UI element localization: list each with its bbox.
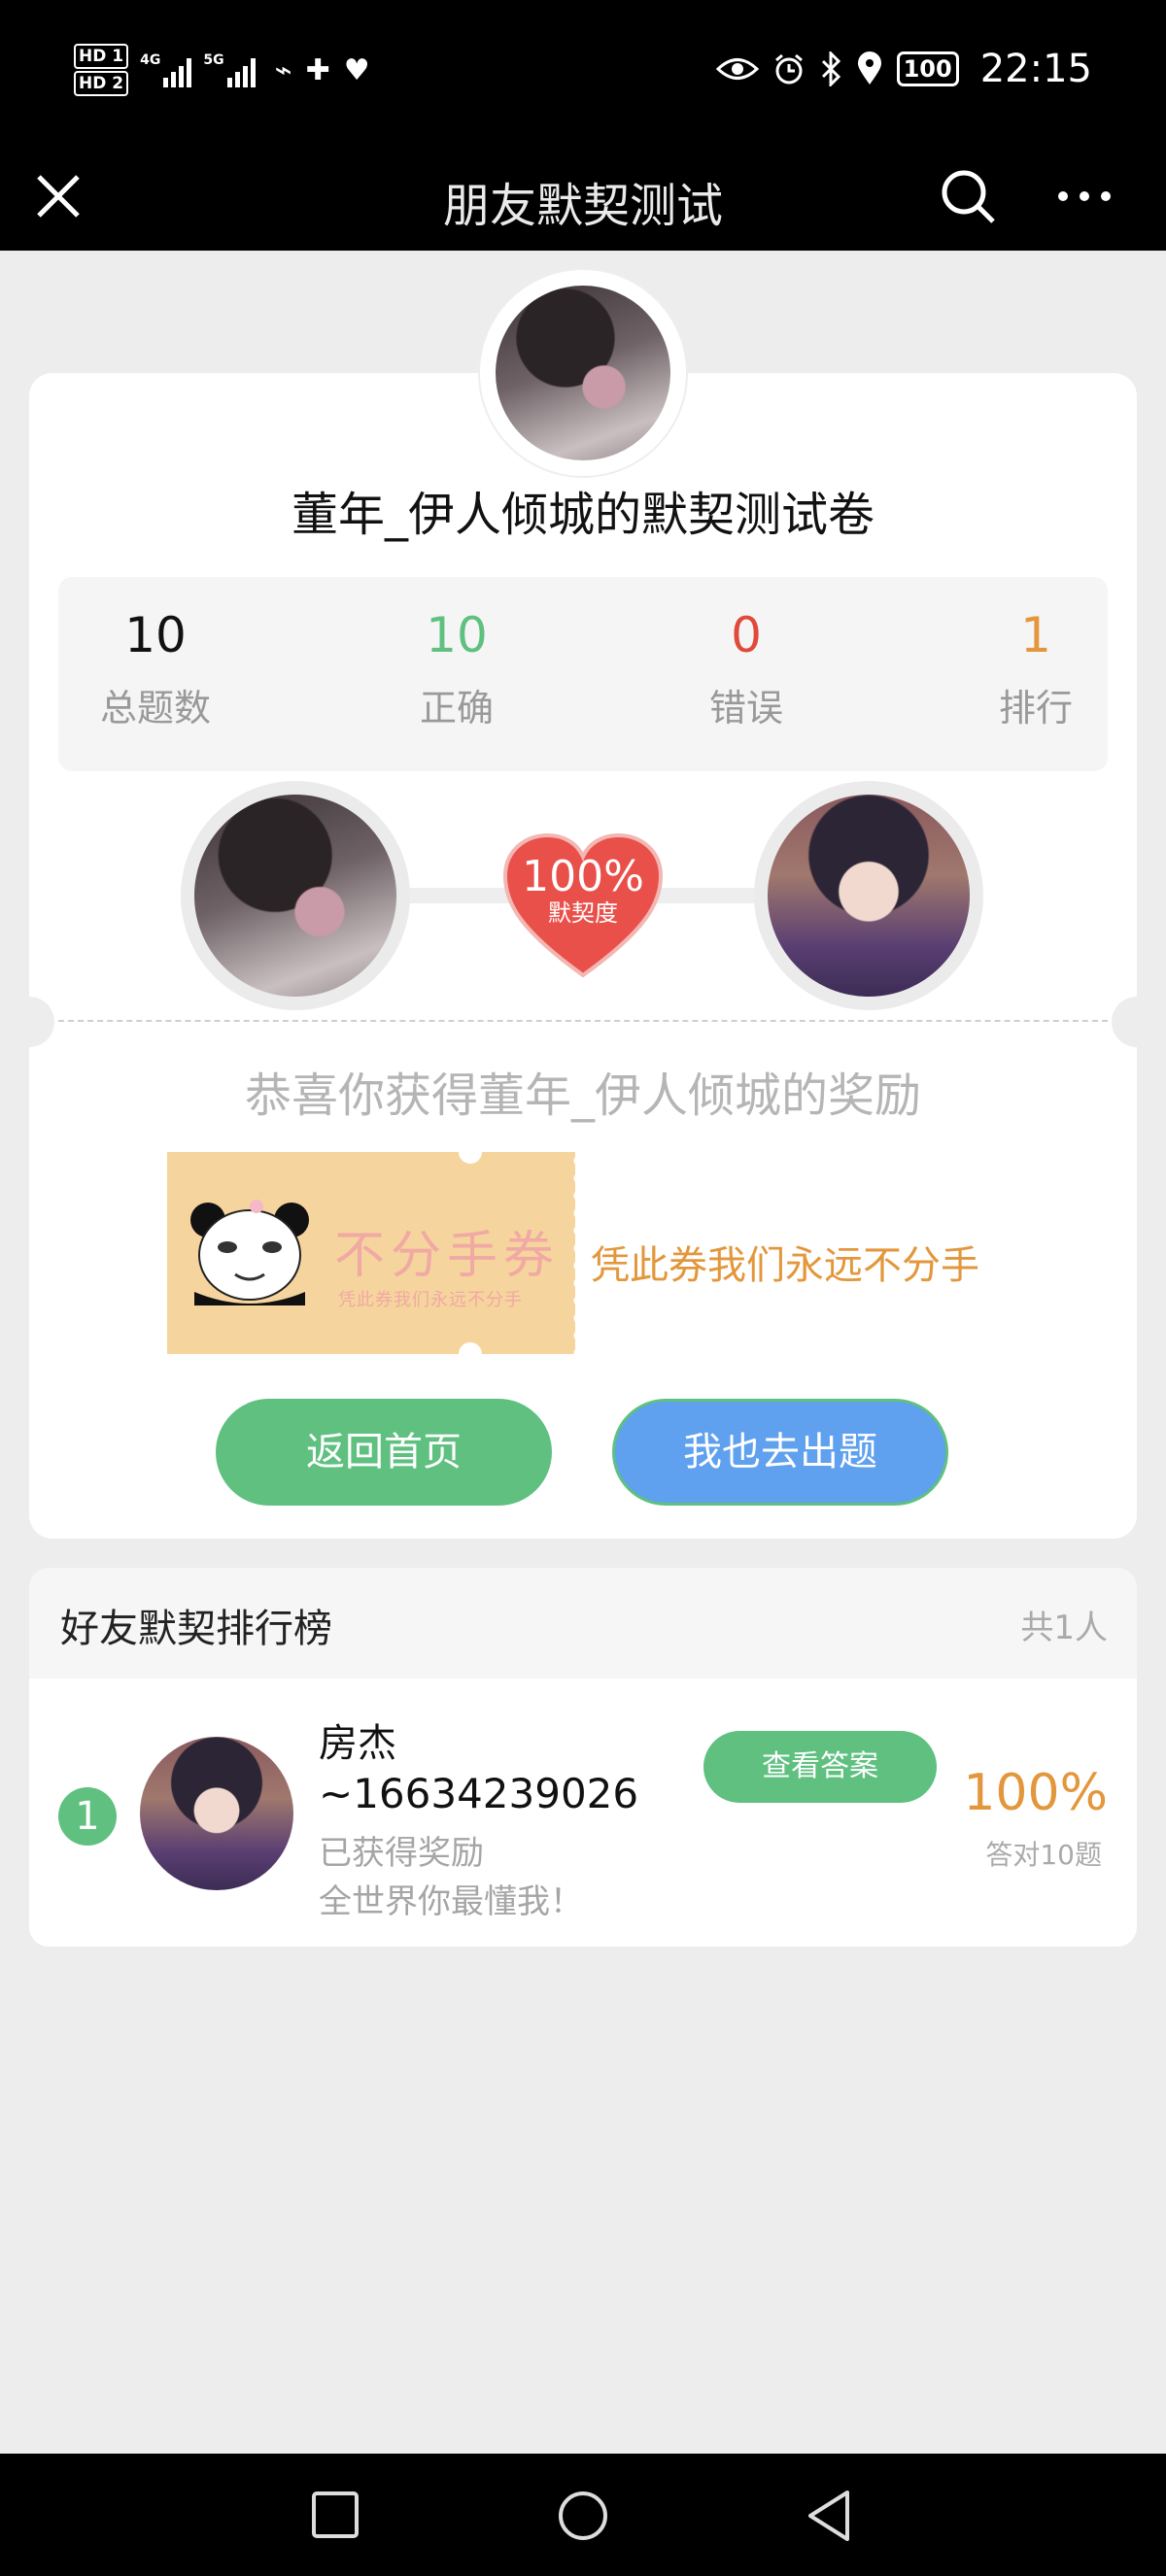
create-quiz-button[interactable]: 我也去出题 (612, 1399, 948, 1506)
rank-badge: 1 (58, 1787, 117, 1846)
status-left: HD 1 HD 2 4G 5G ⌁ ✚ ♥ (74, 43, 370, 97)
signal-2-label: 5G (203, 52, 224, 68)
user-message: 全世界你最懂我！ (319, 1882, 583, 1921)
clock: 22:15 (979, 47, 1092, 91)
creator-match-avatar (181, 781, 410, 1010)
stat-total: 10 总题数 (68, 606, 243, 731)
hd-indicator: HD 1 HD 2 (74, 43, 129, 97)
user-name: 房杰 (319, 1721, 396, 1766)
coupon[interactable]: 不分手券 凭此券我们永远不分手 (167, 1140, 579, 1366)
stat-correct: 10 正确 (369, 606, 544, 731)
stat-wrong: 0 错误 (659, 606, 834, 731)
divider (58, 1020, 1108, 1022)
view-answer-button[interactable]: 查看答案 (703, 1731, 937, 1803)
more-icon[interactable] (1053, 165, 1115, 227)
signal-2-icon: 5G (203, 52, 256, 87)
quiz-title: 董年_伊人倾城的默契测试卷 (291, 488, 874, 542)
coupon-description: 凭此券我们永远不分手 (591, 1243, 979, 1288)
leaderboard-count: 共1人 (1020, 1609, 1108, 1647)
stat-wrong-label: 错误 (708, 687, 783, 729)
avatar (140, 1737, 293, 1890)
match-score: 100% 默契度 (501, 852, 665, 928)
player-match-avatar-image (768, 795, 970, 997)
hd-2-label: HD 2 (74, 71, 129, 96)
reward-title: 恭喜你获得董年_伊人倾城的奖励 (244, 1068, 921, 1123)
location-icon (857, 51, 881, 85)
panda-icon (190, 1200, 309, 1305)
plus-icon: ✚ (305, 52, 330, 87)
back-icon[interactable] (803, 2489, 855, 2543)
leaderboard-list: 1 房杰 ~16634239026 已获得奖励 全世界你最懂我！ 查看答案 10… (29, 1678, 1137, 1947)
leaderboard-header: 好友默契排行榜 共1人 (29, 1568, 1137, 1678)
leaderboard-title: 好友默契排行榜 (60, 1607, 332, 1651)
stats-panel: 10 总题数 10 正确 0 错误 1 排行 (58, 577, 1108, 771)
stat-correct-value: 10 (426, 607, 488, 663)
heart-icon: ♥ (343, 52, 370, 87)
status-app-icons: ⌁ ✚ ♥ (275, 53, 370, 87)
back-home-button[interactable]: 返回首页 (216, 1399, 552, 1506)
creator-avatar-image (496, 286, 670, 460)
home-icon[interactable] (556, 2489, 610, 2543)
stat-wrong-value: 0 (731, 607, 762, 663)
ticket-notch-right (1112, 997, 1162, 1047)
stat-rank: 1 排行 (948, 606, 1123, 731)
stat-rank-label: 排行 (998, 687, 1073, 729)
signal-1-icon: 4G (140, 52, 192, 87)
stat-correct-label: 正确 (419, 687, 494, 729)
stat-total-value: 10 (124, 607, 187, 663)
status-right: 100 22:15 (715, 47, 1092, 91)
nav-bar: 朋友默契测试 (0, 144, 1166, 251)
hd-1-label: HD 1 (74, 44, 129, 69)
recents-icon[interactable] (309, 2489, 361, 2541)
status-bar: HD 1 HD 2 4G 5G ⌁ ✚ ♥ 100 22:15 (0, 0, 1166, 144)
battery-indicator: 100 (896, 51, 959, 86)
search-icon[interactable] (937, 165, 999, 227)
score-percent: 100% (963, 1764, 1108, 1822)
coupon-subtitle: 凭此券我们永远不分手 (338, 1290, 523, 1310)
system-nav-bar (0, 2454, 1166, 2576)
player-match-avatar (754, 781, 983, 1010)
creator-avatar (480, 270, 686, 476)
correct-count: 答对10题 (985, 1839, 1102, 1871)
user-name-id: ~16634239026 (319, 1770, 639, 1817)
alarm-icon (774, 53, 803, 85)
stat-rank-value: 1 (1020, 607, 1051, 663)
bluetooth-icon (821, 51, 840, 86)
creator-match-avatar-image (194, 795, 396, 997)
reward-status: 已获得奖励 (319, 1834, 484, 1873)
ticket-notch-left (4, 997, 54, 1047)
eye-icon (715, 58, 759, 80)
link-icon: ⌁ (274, 52, 292, 87)
signal-1-label: 4G (140, 52, 161, 68)
match-percent: 100% (522, 852, 644, 901)
coupon-title: 不分手券 (334, 1227, 561, 1285)
match-label: 默契度 (548, 899, 618, 927)
stat-total-label: 总题数 (99, 687, 211, 729)
